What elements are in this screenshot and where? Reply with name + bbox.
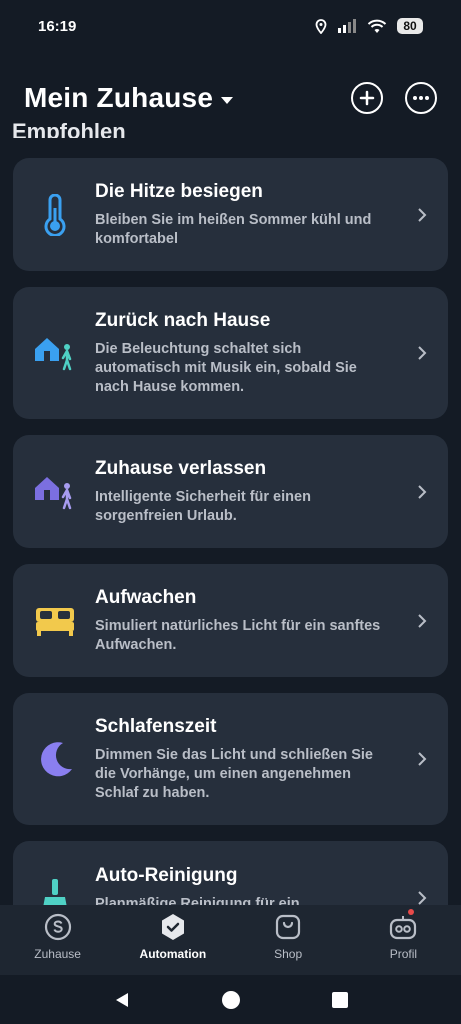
nav-item-shop[interactable]: Shop <box>231 905 346 975</box>
signal-icon <box>338 19 356 33</box>
card-text: Schlafenszeit Dimmen Sie das Licht und s… <box>95 716 412 803</box>
moon-icon <box>31 735 79 783</box>
automation-nav-icon <box>161 914 184 940</box>
card-description-line: die Vorhänge, um einen angenehmen <box>95 765 351 782</box>
card-description-line: Aufwachen. <box>95 636 177 653</box>
card-title: Zurück nach Hause <box>95 309 271 331</box>
card-text: Auto-Reinigung Planmäßige Reinigung für … <box>95 865 412 905</box>
card-description: Planmäßige Reinigung für ein <box>95 895 412 905</box>
scene-card-wake-up[interactable]: Aufwachen Simuliert natürliches Licht fü… <box>13 564 448 677</box>
wifi-icon <box>367 19 387 33</box>
card-title: Schlafenszeit <box>95 715 217 737</box>
nav-label: Automation <box>139 947 207 961</box>
chevron-right-icon <box>412 891 432 905</box>
status-icons: 80 <box>315 18 423 34</box>
card-description-line: Simuliert natürliches Licht für ein sanf… <box>95 617 381 634</box>
card-description-line: Planmäßige Reinigung für ein <box>95 896 300 905</box>
home-circle-icon[interactable] <box>221 990 241 1010</box>
thermometer-icon <box>31 191 79 239</box>
add-button[interactable] <box>351 82 383 114</box>
chevron-down-icon[interactable] <box>221 96 234 104</box>
nav-label: Profil <box>389 947 418 961</box>
header-actions <box>351 82 437 114</box>
more-button[interactable] <box>405 82 437 114</box>
card-title: Die Hitze besiegen <box>95 180 263 202</box>
card-description-line: nach Hause kommen. <box>95 378 245 395</box>
plus-icon <box>359 90 375 106</box>
nav-label: Zuhause <box>34 947 81 961</box>
card-text: Die Hitze besiegen Bleiben Sie im heißen… <box>95 181 412 249</box>
chevron-right-icon <box>412 484 432 499</box>
card-text: Aufwachen Simuliert natürliches Licht fü… <box>95 587 412 655</box>
automation-list: Die Hitze besiegen Bleiben Sie im heißen… <box>0 140 461 905</box>
home-leave-icon <box>31 468 79 516</box>
scene-card-leave-home[interactable]: Zuhause verlassen Intelligente Sicherhei… <box>13 435 448 548</box>
nav-label: Shop <box>274 947 303 961</box>
card-description-line: sorgenfreien Urlaub. <box>95 507 237 524</box>
battery-indicator: 80 <box>397 18 423 34</box>
back-icon[interactable] <box>113 991 131 1009</box>
home-title[interactable]: Mein Zuhause <box>24 82 213 114</box>
card-description-line: Bleiben Sie im heißen Sommer kühl und <box>95 211 372 228</box>
card-description: Die Beleuchtung schaltet sich automatisc… <box>95 340 412 397</box>
more-icon <box>413 96 429 100</box>
location-icon <box>315 18 327 34</box>
bottom-nav: Zuhause Automation Shop Profil <box>0 905 461 975</box>
broom-icon <box>31 873 79 905</box>
system-nav-bar <box>0 975 461 1024</box>
card-description-line: Die Beleuchtung schaltet sich <box>95 340 302 357</box>
scene-card-come-home[interactable]: Zurück nach Hause Die Beleuchtung schalt… <box>13 287 448 419</box>
scene-card-bedtime[interactable]: Schlafenszeit Dimmen Sie das Licht und s… <box>13 693 448 825</box>
nav-item-profile[interactable]: Profil <box>346 905 461 975</box>
card-title: Aufwachen <box>95 586 197 608</box>
nav-item-home[interactable]: Zuhause <box>0 905 115 975</box>
home-arrive-icon <box>31 329 79 377</box>
recents-icon[interactable] <box>331 991 349 1009</box>
chevron-right-icon <box>412 346 432 360</box>
robot-icon <box>390 916 417 940</box>
shop-nav-icon <box>276 914 301 940</box>
card-description-line: komfortabel <box>95 230 178 247</box>
status-bar: 16:19 80 <box>0 0 461 52</box>
nav-item-automation[interactable]: Automation <box>115 905 230 975</box>
status-time: 16:19 <box>38 17 77 35</box>
home-nav-icon <box>44 913 71 941</box>
chevron-right-icon <box>412 613 432 628</box>
notification-badge <box>407 909 414 915</box>
card-description: Intelligente Sicherheit für einen sorgen… <box>95 488 412 526</box>
bed-icon <box>31 597 79 645</box>
chevron-right-icon <box>412 752 432 766</box>
scene-card-auto-clean[interactable]: Auto-Reinigung Planmäßige Reinigung für … <box>13 841 448 905</box>
section-title: Empfohlen <box>12 119 126 138</box>
card-description: Dimmen Sie das Licht und schließen Sie d… <box>95 746 412 803</box>
card-description: Simuliert natürliches Licht für ein sanf… <box>95 617 412 655</box>
card-description-line: automatisch mit Musik ein, sobald Sie <box>95 359 357 376</box>
card-title: Zuhause verlassen <box>95 457 267 479</box>
card-title: Auto-Reinigung <box>95 865 238 886</box>
chevron-right-icon <box>412 207 432 222</box>
card-description: Bleiben Sie im heißen Sommer kühl und ko… <box>95 211 412 249</box>
scene-card-beat-heat[interactable]: Die Hitze besiegen Bleiben Sie im heißen… <box>13 158 448 271</box>
card-description-line: Schlaf zu haben. <box>95 784 210 801</box>
card-text: Zuhause verlassen Intelligente Sicherhei… <box>95 458 412 526</box>
card-description-line: Intelligente Sicherheit für einen <box>95 488 311 505</box>
card-description-line: Dimmen Sie das Licht und schließen Sie <box>95 746 373 763</box>
card-text: Zurück nach Hause Die Beleuchtung schalt… <box>95 310 412 397</box>
